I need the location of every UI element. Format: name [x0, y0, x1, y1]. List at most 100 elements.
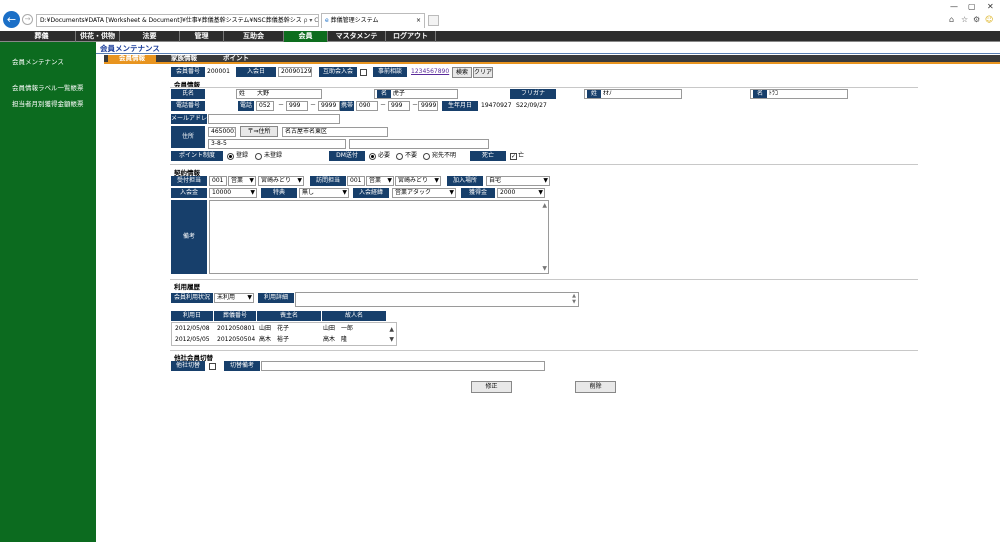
delete-button[interactable]: 削除 — [575, 381, 616, 393]
zip-input[interactable]: 4650001 — [208, 127, 236, 137]
tel-2-input[interactable]: 999 — [286, 101, 308, 111]
addr3-input[interactable] — [349, 139, 489, 149]
tel-label: 電話 — [238, 101, 254, 111]
reception-dept-select[interactable]: 営業 ▼ — [228, 176, 256, 186]
mobile-1-input[interactable]: 090 — [356, 101, 378, 111]
join-route-select[interactable]: 営業アタック ▼ — [392, 188, 456, 198]
scroll-up-icon[interactable]: ▲ — [542, 202, 547, 209]
birth-label: 生年月日 — [442, 101, 478, 111]
join-date-input[interactable]: 20090129 — [278, 67, 312, 77]
dm-required-radio[interactable] — [369, 153, 376, 160]
menu-kaiin[interactable]: 会員 — [284, 31, 328, 42]
back-arrow-icon[interactable]: ← — [3, 11, 20, 28]
benefit-select[interactable]: 無し ▼ — [299, 188, 349, 198]
subtab-bar: 会員情報 家族情報 ポイント — [104, 55, 1000, 64]
kana-mei-input[interactable]: 名 ﾄﾗｺ — [750, 89, 848, 99]
settings-gear-icon[interactable]: ⚙ — [973, 15, 980, 24]
sidebar-item-label-report[interactable]: 会員情報ラベル一覧帳票 — [12, 82, 84, 92]
visit-code-input[interactable]: 001 — [347, 176, 365, 186]
mutual-checkbox[interactable] — [360, 69, 367, 76]
address-bar[interactable]: D:¥Documents¥DATA [Worksheet & Document]… — [36, 14, 319, 27]
dm-unknown-radio[interactable] — [423, 153, 430, 160]
menu-gojokai[interactable]: 互助会 — [224, 31, 284, 42]
divider — [170, 164, 918, 165]
address-label: 住所 — [171, 126, 205, 148]
mei-value: 虎子 — [392, 90, 405, 97]
zip-to-address-button[interactable]: 〒⇒住所 — [240, 126, 278, 137]
dm-unneeded-radio[interactable] — [396, 153, 403, 160]
menu-sougi[interactable]: 葬儀 — [8, 31, 76, 42]
point-label: ポイント制度 — [171, 151, 223, 161]
join-place-label: 加入場所 — [447, 176, 483, 186]
visit-person-select[interactable]: 宮崎みどり ▼ — [395, 176, 441, 186]
tab-member-info[interactable]: 会員情報 — [108, 55, 156, 62]
acquire-select[interactable]: 2000 ▼ — [497, 188, 545, 198]
minimize-icon[interactable]: — — [950, 2, 958, 11]
join-place-select[interactable]: 自宅 ▼ — [486, 176, 550, 186]
remarks-textarea[interactable]: ▲ ▼ — [209, 200, 549, 274]
scroll-up-icon[interactable]: ▲ — [389, 326, 394, 333]
mei-input[interactable]: 名 虎子 — [374, 89, 458, 99]
menu-houyou[interactable]: 法要 — [120, 31, 180, 42]
visit-person-value: 宮崎みどり — [398, 177, 429, 184]
acquire-label: 獲得金 — [461, 188, 495, 198]
usage-status-select[interactable]: 未利用 ▼ — [214, 293, 254, 303]
member-no-value: 200001 — [207, 68, 230, 75]
tab-close-icon[interactable]: × — [416, 14, 421, 28]
favorites-icon[interactable]: ☆ — [961, 15, 968, 24]
tel-3-input[interactable]: 9999 — [318, 101, 340, 111]
other-switch-checkbox[interactable] — [209, 363, 216, 370]
sidebar-item-monthly-report[interactable]: 担当者月別獲得金額帳票 — [12, 98, 84, 108]
menu-kyoka[interactable]: 供花・供物 — [76, 31, 120, 42]
sei-input[interactable]: 姓大野 — [236, 89, 322, 99]
scroll-down-icon[interactable]: ▼ — [389, 336, 394, 343]
addr2-input[interactable]: 3-8-5 — [208, 139, 346, 149]
death-checkbox[interactable]: ✓ — [510, 153, 517, 160]
menu-master[interactable]: マスタメンテ — [328, 31, 386, 42]
pre-consult-label: 事前相談 — [373, 67, 407, 77]
reception-code-input[interactable]: 001 — [209, 176, 227, 186]
switch-note-label: 切替備考 — [224, 361, 260, 371]
save-button[interactable]: 修正 — [471, 381, 512, 393]
other-switch-label: 他社切替 — [171, 361, 205, 371]
address-icons[interactable]: ρ ▾ C — [304, 17, 318, 24]
reception-person-select[interactable]: 宮崎みどり ▼ — [258, 176, 304, 186]
mobile-2-input[interactable]: 999 — [388, 101, 410, 111]
dash: － — [278, 102, 285, 109]
addr1-input[interactable]: 名古屋市名東区 — [282, 127, 388, 137]
kana-mei-prefix: 名 — [753, 90, 767, 98]
visit-dept-select[interactable]: 営業 ▼ — [366, 176, 394, 186]
maximize-icon[interactable]: ▢ — [968, 2, 976, 11]
tab-family-info[interactable]: 家族情報 — [160, 55, 208, 62]
pre-consult-link[interactable]: 1234567890 — [411, 67, 449, 77]
mail-input[interactable] — [208, 114, 340, 124]
menu-logout[interactable]: ログアウト — [386, 31, 436, 42]
subtab-strip — [104, 62, 1000, 64]
new-tab-button[interactable] — [428, 15, 439, 26]
search-button[interactable]: 検索 — [452, 67, 472, 78]
clear-button[interactable]: クリア — [473, 67, 493, 78]
menu-kanri[interactable]: 管理 — [180, 31, 224, 42]
forward-arrow-icon[interactable]: → — [22, 14, 33, 25]
ie-icon: e — [325, 17, 329, 24]
tel-1-input[interactable]: 052 — [256, 101, 274, 111]
point-registered-radio[interactable] — [227, 153, 234, 160]
mei-prefix: 名 — [377, 90, 391, 98]
point-unregistered-radio[interactable] — [255, 153, 262, 160]
mobile-3-input[interactable]: 9999 — [418, 101, 438, 111]
home-icon[interactable]: ⌂ — [949, 15, 954, 24]
tab-points[interactable]: ポイント — [212, 55, 260, 62]
scroll-down-icon[interactable]: ▼ — [542, 265, 547, 272]
close-window-icon[interactable]: ✕ — [987, 2, 994, 11]
address-text: D:¥Documents¥DATA [Worksheet & Document]… — [40, 17, 302, 24]
sidebar-item-member-maint[interactable]: 会員メンテナンス — [12, 56, 64, 66]
scroll-arrows-icon[interactable]: ▲ ▼ — [572, 293, 576, 305]
join-fee-select[interactable]: 10000 ▼ — [209, 188, 257, 198]
kana-sei-input[interactable]: 姓 ｵｵﾉ — [584, 89, 682, 99]
smiley-feedback-icon[interactable]: ☺ — [985, 15, 993, 24]
cell-chief-mourner: 高木 裕子 — [259, 336, 290, 343]
browser-tab[interactable]: e 葬儀管理システム × — [321, 13, 425, 28]
switch-note-input[interactable] — [261, 361, 545, 371]
join-fee-value: 10000 — [212, 189, 232, 196]
usage-detail-textarea[interactable]: ▲ ▼ — [295, 292, 579, 307]
